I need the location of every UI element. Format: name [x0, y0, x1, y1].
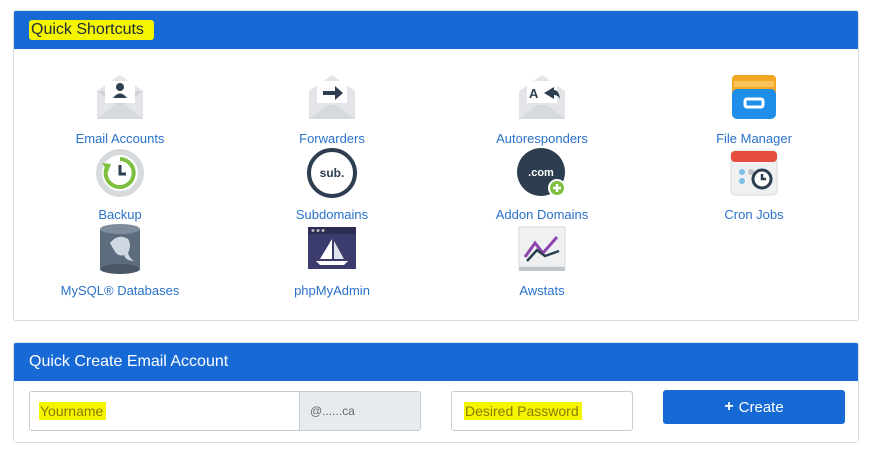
shortcut-mysql-databases[interactable]: MySQL® Databases: [20, 223, 220, 298]
shortcut-addon-domains[interactable]: .com Addon Domains: [442, 147, 642, 222]
autoresponders-icon: A: [516, 71, 568, 123]
shortcut-label[interactable]: Backup: [20, 207, 220, 222]
awstats-icon: [516, 223, 568, 275]
plus-icon: +: [724, 398, 734, 415]
quick-shortcuts-panel: Quick Shortcuts Email Accounts Forwarder…: [13, 10, 859, 321]
forwarders-icon: [306, 71, 358, 123]
password-input[interactable]: Desired Password: [451, 391, 633, 431]
shortcut-label[interactable]: Autoresponders: [442, 131, 642, 146]
panel-title: Quick Shortcuts: [29, 20, 154, 40]
username-input[interactable]: Yourname: [29, 391, 299, 431]
cron-jobs-icon: [728, 147, 780, 199]
shortcut-label[interactable]: Addon Domains: [442, 207, 642, 222]
shortcut-forwarders[interactable]: Forwarders: [232, 71, 432, 146]
domain-suffix: @......ca: [299, 391, 421, 431]
shortcut-file-manager[interactable]: File Manager: [654, 71, 854, 146]
svg-text:.com: .com: [528, 167, 554, 179]
quick-create-email-panel: Quick Create Email Account Yourname @...…: [13, 342, 859, 443]
password-placeholder: Desired Password: [464, 402, 582, 420]
shortcut-label[interactable]: Email Accounts: [20, 131, 220, 146]
create-button[interactable]: + Create: [663, 390, 845, 424]
shortcuts-grid: Email Accounts Forwarders A Autoresponde…: [14, 49, 858, 321]
mysql-databases-icon: [94, 223, 146, 275]
panel-header: Quick Create Email Account: [14, 343, 858, 381]
backup-icon: [94, 147, 146, 199]
shortcut-autoresponders[interactable]: A Autoresponders: [442, 71, 642, 146]
svg-text:A: A: [529, 86, 539, 101]
panel-title: Quick Create Email Account: [29, 353, 229, 370]
svg-text:sub.: sub.: [320, 166, 345, 180]
shortcut-backup[interactable]: Backup: [20, 147, 220, 222]
shortcut-label[interactable]: Subdomains: [232, 207, 432, 222]
shortcut-awstats[interactable]: Awstats: [442, 223, 642, 298]
addon-domains-icon: .com: [516, 147, 568, 199]
file-manager-icon: [728, 71, 780, 123]
subdomains-icon: sub.: [306, 147, 358, 199]
username-placeholder: Yourname: [39, 402, 107, 420]
shortcut-label[interactable]: Awstats: [442, 283, 642, 298]
shortcut-cron-jobs[interactable]: Cron Jobs: [654, 147, 854, 222]
shortcut-label[interactable]: Forwarders: [232, 131, 432, 146]
panel-header: Quick Shortcuts: [14, 11, 858, 49]
phpmyadmin-icon: [306, 223, 358, 275]
shortcut-subdomains[interactable]: sub. Subdomains: [232, 147, 432, 222]
email-accounts-icon: [94, 71, 146, 123]
shortcut-label[interactable]: Cron Jobs: [654, 207, 854, 222]
shortcut-label[interactable]: MySQL® Databases: [20, 283, 220, 298]
shortcut-label[interactable]: phpMyAdmin: [232, 283, 432, 298]
create-button-label: Create: [738, 398, 784, 416]
shortcut-phpmyadmin[interactable]: phpMyAdmin: [232, 223, 432, 298]
shortcut-email-accounts[interactable]: Email Accounts: [20, 71, 220, 146]
shortcut-label[interactable]: File Manager: [654, 131, 854, 146]
username-input-group: Yourname @......ca: [29, 391, 421, 431]
